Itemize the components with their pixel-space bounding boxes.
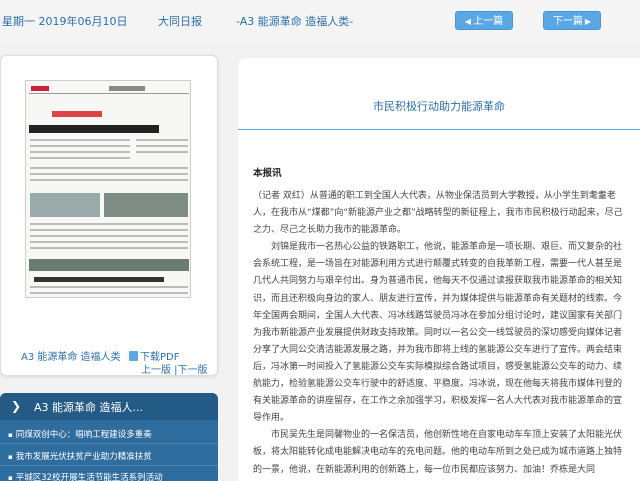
thumbnail-text-line [136,139,188,141]
thumbnail-caption[interactable]: A3 能源革命 造福人类 [21,348,121,363]
thumbnail-text-line [30,179,188,181]
page-thumbnail-card: A3 能源革命 造福人类 下载PDF 上一版 |下一版 [0,55,218,376]
list-item[interactable]: 我市发展光伏扶贫产业助力精准扶贫 [8,450,152,462]
thumbnail-text-line [30,167,188,169]
title-divider [238,129,640,130]
thumbnail-red-banner [52,111,102,117]
top-bar: 星期一 2019年06月10日 大同日报 -A3 能源革命 造福人类- ◀ 上一篇… [0,0,640,42]
chevron-right-icon: ❯ [11,399,22,413]
article-byline: 本报讯 [253,168,282,179]
list-item[interactable]: 平城区32校开展生活节能生活系列活动 [8,471,163,481]
chevron-right-icon: ▶ [584,17,592,26]
thumbnail-headline [34,277,164,282]
thumbnail-text-line [136,151,188,153]
article-title: 市民积极行动助力能源革命 [373,100,505,113]
next-article-button[interactable]: 下一篇 ▶ [543,11,601,30]
divider [0,443,218,444]
page-thumbnail-image[interactable] [25,80,191,298]
page-pager-links[interactable]: 上一版 |下一版 [141,361,208,376]
thumbnail-masthead [29,84,189,94]
thumbnail-text-line [30,292,188,294]
thumbnail-text-line [30,223,188,225]
article-paragraph: （记者 双红）从普通的职工到全国人大代表，从物业保洁员到大学教授，从小学生到耄耋… [253,191,623,236]
thumbnail-headline [29,125,159,133]
thumbnail-text-line [30,235,188,237]
thumbnail-banner [29,259,189,271]
article-list-panel: ❯ A3 能源革命 造福人... 同煤双创中心：唱响工程建设多重奏 我市发展光伏… [0,393,218,481]
thumbnail-photo [30,193,100,217]
prev-article-label: 上一篇 [473,16,504,27]
article-paragraph: 刘锦是我市一名热心公益的铁路职工，他说，能源革命是一项长期、艰巨、而又复杂的社会… [253,242,623,424]
article-body: （记者 双红）从普通的职工到全国人大代表，从物业保洁员到大学教授，从小学生到耄耋… [253,188,629,479]
thumbnail-text-line [30,145,130,147]
next-article-label: 下一篇 [552,16,583,27]
thumbnail-text-line [30,286,188,288]
thumbnail-text-line [30,151,130,153]
thumbnail-text-line [30,157,130,159]
article-panel: 市民积极行动助力能源革命 本报讯 （记者 双红）从普通的职工到全国人大代表，从物… [238,58,640,481]
article-list-title: A3 能源革命 造福人... [34,401,144,414]
page-title: -A3 能源革命 造福人类- [236,15,354,28]
issue-date: 星期一 2019年06月10日 [2,15,128,28]
thumbnail-text-line [30,247,188,249]
chevron-left-icon: ◀ [464,17,472,26]
article-list-header[interactable]: ❯ A3 能源革命 造福人... [0,393,218,420]
thumbnail-text-line [30,241,188,243]
thumbnail-photo [104,193,188,217]
thumbnail-text-line [30,173,188,175]
thumbnail-text-line [30,139,130,141]
newspaper-name[interactable]: 大同日报 [158,13,202,29]
thumbnail-text-line [136,145,188,147]
thumbnail-text-line [30,229,188,231]
list-item[interactable]: 同煤双创中心：唱响工程建设多重奏 [8,428,152,440]
prev-article-button[interactable]: ◀ 上一篇 [455,11,513,30]
article-paragraph: 市民吴先生是同馨物业的一名保洁员，他创新性地在自家电动车车顶上安装了太阳能光伏板… [253,430,623,475]
divider [0,465,218,466]
pdf-icon [129,351,138,361]
